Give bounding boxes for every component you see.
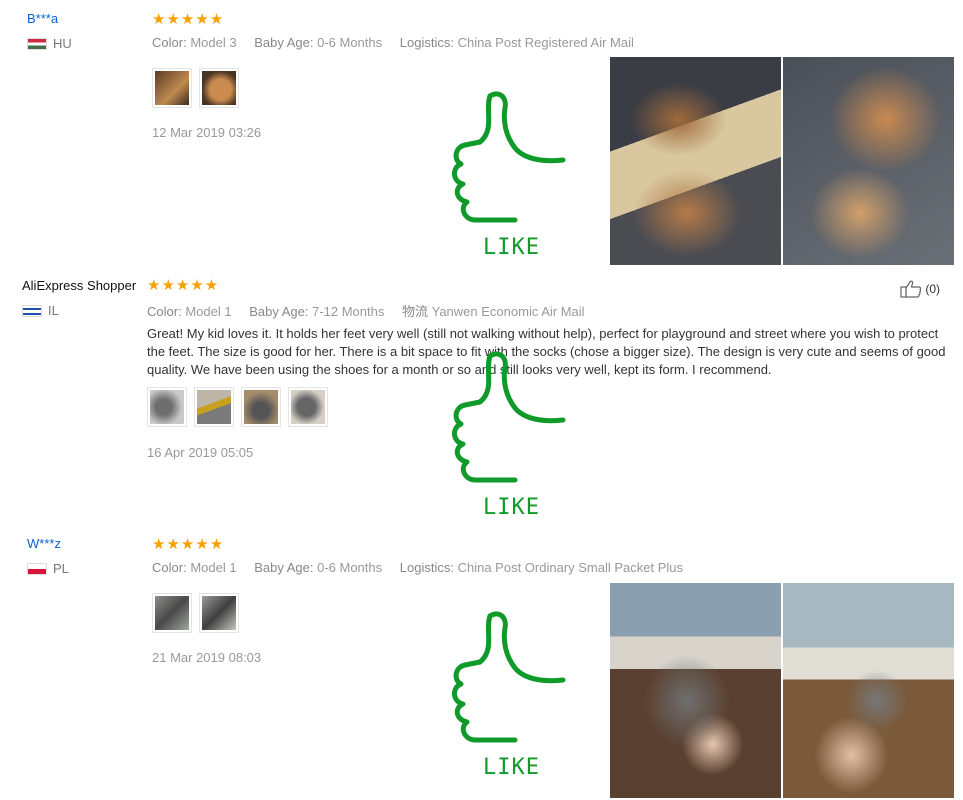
logistics-label: Logistics: (399, 560, 454, 575)
thumbs-up-icon (452, 91, 566, 223)
logistics-value: China Post Ordinary Small Packet Plus (457, 560, 684, 575)
review-thumbnail[interactable] (199, 68, 239, 108)
review-photo[interactable] (783, 583, 954, 798)
review-photos (610, 583, 954, 798)
star-rating: ★★★★★ (147, 277, 220, 294)
flag-il-icon (22, 304, 42, 317)
color-label: Color: (152, 560, 187, 575)
review-date: 16 Apr 2019 05:05 (147, 445, 254, 460)
color-value: Model 1 (190, 560, 237, 575)
baby-age-label: Baby Age: (254, 560, 314, 575)
thumbs-up-icon (452, 611, 566, 743)
logistics-value: Yanwen Economic Air Mail (431, 304, 585, 319)
reviewer-info: B***a HU (27, 11, 72, 51)
country-code: PL (53, 561, 69, 576)
reviewer-country: PL (27, 561, 69, 576)
logistics-label: 物流 (401, 304, 428, 319)
color-label: Color: (147, 304, 182, 319)
country-code: IL (48, 303, 59, 318)
reviewer-name[interactable]: W***z (27, 536, 69, 551)
reviewer-name[interactable]: B***a (27, 11, 72, 26)
reviewer-name: AliExpress Shopper (22, 278, 137, 293)
review-thumbnail[interactable] (152, 593, 192, 633)
like-label: LIKE (483, 235, 540, 260)
baby-age-value: 0-6 Months (317, 35, 383, 50)
like-label: LIKE (483, 495, 540, 520)
review-thumbnail[interactable] (194, 387, 234, 427)
flag-pl-icon (27, 562, 47, 575)
like-label: LIKE (483, 755, 540, 780)
country-code: HU (53, 36, 72, 51)
review-meta: Color: Model 1 Baby Age: 0-6 Months Logi… (152, 560, 683, 575)
review-item: W***z PL ★★★★★ Color: Model 1 Baby Age: … (0, 525, 963, 800)
thumbs-up-like-overlay: LIKE (445, 90, 575, 260)
color-label: Color: (152, 35, 187, 50)
review-photo[interactable] (610, 57, 781, 265)
color-value: Model 1 (185, 304, 232, 319)
reviewer-country: IL (22, 303, 136, 318)
helpful-count: (0) (925, 282, 940, 296)
star-rating: ★★★★★ (152, 536, 225, 553)
review-thumbnail[interactable] (241, 387, 281, 427)
review-thumbnail[interactable] (152, 68, 192, 108)
review-thumbnail[interactable] (147, 387, 187, 427)
review-thumbnails (152, 593, 239, 633)
review-photo[interactable] (610, 583, 781, 798)
review-item: B***a HU ★★★★★ Color: Model 3 Baby Age: … (0, 0, 963, 270)
logistics-value: China Post Registered Air Mail (457, 35, 634, 50)
color-value: Model 3 (190, 35, 237, 50)
reviewer-country: HU (27, 36, 72, 51)
review-photo[interactable] (783, 57, 954, 265)
review-meta: Color: Model 1 Baby Age: 7-12 Months 物流 … (147, 301, 585, 320)
review-thumbnail[interactable] (199, 593, 239, 633)
baby-age-label: Baby Age: (249, 304, 309, 319)
review-meta: Color: Model 3 Baby Age: 0-6 Months Logi… (152, 35, 634, 50)
review-date: 12 Mar 2019 03:26 (152, 125, 262, 140)
baby-age-value: 7-12 Months (312, 304, 385, 319)
thumbs-up-outline-icon (900, 280, 922, 298)
review-thumbnails (147, 387, 328, 427)
thumbs-up-like-overlay: LIKE (445, 610, 575, 780)
reviewer-info: AliExpress Shopper IL (22, 278, 136, 318)
logistics-label: Logistics: (399, 35, 454, 50)
baby-age-value: 0-6 Months (317, 560, 383, 575)
thumbs-up-icon (452, 351, 566, 483)
reviewer-info: W***z PL (27, 536, 69, 576)
review-thumbnail[interactable] (288, 387, 328, 427)
flag-hu-icon (27, 37, 47, 50)
thumbs-up-like-overlay: LIKE (445, 350, 575, 520)
star-rating: ★★★★★ (152, 11, 225, 28)
review-item: AliExpress Shopper IL ★★★★★ Color: Model… (0, 270, 963, 525)
helpful-button[interactable]: (0) (900, 280, 940, 298)
baby-age-label: Baby Age: (254, 35, 314, 50)
review-date: 21 Mar 2019 08:03 (152, 650, 262, 665)
review-thumbnails (152, 68, 239, 108)
review-photos (610, 57, 954, 265)
